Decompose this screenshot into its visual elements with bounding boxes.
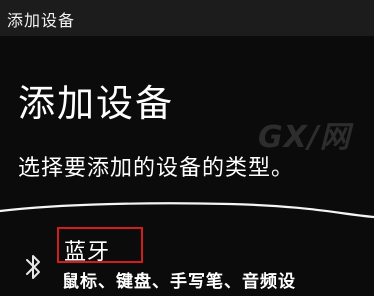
bluetooth-option[interactable]: 蓝牙 鼠标、键盘、手写笔、音频设 <box>14 222 374 296</box>
title-bar: 添加设备 <box>0 0 374 36</box>
option-description: 鼠标、键盘、手写笔、音频设 <box>62 272 296 292</box>
page-title: 添加设备 <box>18 82 174 125</box>
page-subtitle: 选择要添加的设备的类型。 <box>18 156 295 181</box>
window-title: 添加设备 <box>7 11 76 30</box>
bluetooth-icon <box>26 255 40 279</box>
option-name: 蓝牙 <box>64 240 111 265</box>
